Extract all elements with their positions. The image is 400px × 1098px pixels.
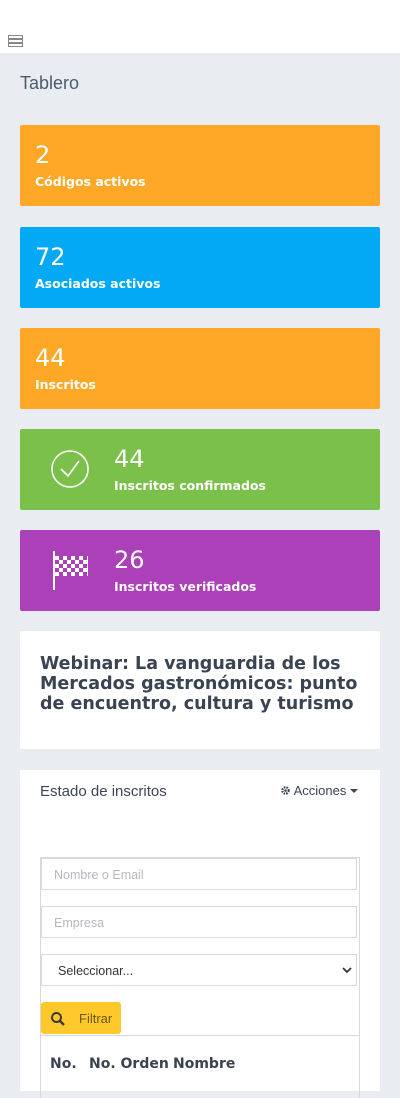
acciones-dropdown[interactable]: Acciones [280, 783, 358, 798]
column-header-orden: No. Orden [89, 1056, 169, 1072]
acciones-label: Acciones [293, 783, 347, 798]
chevron-down-icon [342, 967, 352, 974]
stat-value: 72 [35, 243, 66, 271]
column-header-no: No. [50, 1056, 77, 1072]
check-circle-icon [48, 447, 94, 493]
stat-label: Asociados activos [35, 276, 161, 291]
caret-down-icon [350, 789, 358, 793]
stat-card-inscritos[interactable]: 44 Inscritos [20, 328, 380, 409]
menu-icon[interactable] [8, 33, 23, 47]
stat-label: Códigos activos [35, 174, 146, 189]
company-placeholder: Empresa [54, 916, 105, 930]
top-bar [0, 0, 400, 53]
search-icon [51, 1012, 65, 1026]
stat-value: 2 [35, 141, 51, 169]
panel-title: Estado de inscritos [40, 783, 167, 800]
stat-card-confirmados[interactable]: 44 Inscritos confirmados [20, 429, 380, 510]
stat-label: Inscritos [35, 377, 96, 392]
gear-icon [280, 786, 290, 795]
company-input[interactable]: Empresa [41, 906, 357, 938]
page-title: Tablero [20, 73, 80, 93]
stat-label: Inscritos verificados [114, 579, 257, 594]
stat-card-verificados[interactable]: 26 Inscritos verificados [20, 530, 380, 611]
filter-label: Filtrar [79, 1011, 113, 1026]
filter-button[interactable]: Filtrar [41, 1002, 121, 1034]
stat-value: 44 [35, 344, 66, 372]
table-header: No. No. Orden Nombre [41, 1035, 359, 1096]
status-select-value: Seleccionar... [58, 964, 134, 978]
stat-card-codigos[interactable]: 2 Códigos activos [20, 125, 380, 206]
name-email-placeholder: Nombre o Email [54, 868, 144, 882]
stat-label: Inscritos confirmados [114, 478, 266, 493]
event-title: Webinar: La vanguardia de los Mercados g… [40, 654, 358, 714]
filter-form: Nombre o Email Empresa Seleccionar... Fi… [40, 857, 360, 1098]
checkered-flag-icon [48, 548, 94, 594]
stat-value: 26 [114, 546, 145, 574]
stat-card-asociados[interactable]: 72 Asociados activos [20, 227, 380, 308]
event-card: Webinar: La vanguardia de los Mercados g… [20, 631, 380, 749]
stat-value: 44 [114, 445, 145, 473]
column-header-nombre: Nombre [173, 1056, 236, 1072]
status-select[interactable]: Seleccionar... [41, 954, 357, 986]
name-email-input[interactable]: Nombre o Email [41, 858, 357, 890]
estado-panel: Estado de inscritos Acciones Nombre o Em… [20, 770, 380, 1098]
